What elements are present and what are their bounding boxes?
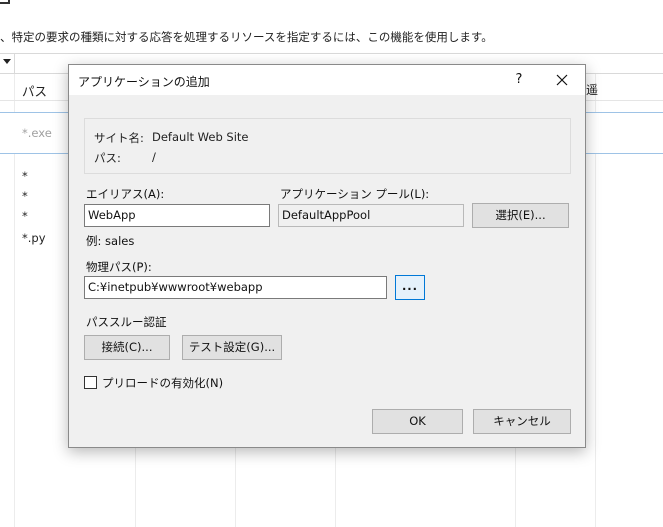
site-name-label: サイト名:	[94, 131, 144, 145]
dialog-title: アプリケーションの追加	[78, 75, 210, 89]
close-button[interactable]	[547, 68, 577, 92]
preload-label[interactable]: プリロードの有効化(N)	[102, 375, 223, 391]
alias-example: 例: sales	[86, 234, 135, 248]
test-settings-button[interactable]: テスト設定(G)...	[182, 335, 282, 360]
passthrough-auth-label: パススルー認証	[86, 315, 167, 329]
column-header-path[interactable]: パス	[22, 81, 47, 100]
site-name-value: Default Web Site	[152, 130, 249, 144]
alias-label: エイリアス(A):	[86, 187, 165, 201]
path-value: /	[152, 150, 156, 164]
browse-button[interactable]: ...	[395, 275, 425, 300]
physical-path-label: 物理パス(P):	[86, 260, 152, 274]
app-pool-label: アプリケーション プール(L):	[280, 187, 430, 201]
table-row[interactable]: *	[22, 189, 28, 203]
table-row[interactable]: *	[22, 169, 28, 183]
site-info-panel: サイト名: Default Web Site パス: /	[84, 118, 571, 174]
feature-description: 、特定の要求の種類に対する応答を処理するリソースを指定するには、この機能を使用し…	[0, 30, 493, 44]
add-application-dialog: アプリケーションの追加 ? サイト名: Default Web Site パス:…	[68, 64, 586, 448]
alias-input[interactable]: WebApp	[84, 204, 270, 227]
ok-button[interactable]: OK	[372, 409, 463, 434]
table-row[interactable]: *.py	[22, 231, 46, 245]
select-app-pool-button[interactable]: 選択(E)...	[472, 203, 569, 228]
toolbar-divider	[14, 54, 15, 75]
preload-checkbox[interactable]	[84, 376, 97, 389]
connect-as-button[interactable]: 接続(C)...	[84, 335, 170, 360]
dialog-titlebar[interactable]: アプリケーションの追加 ?	[69, 65, 585, 95]
path-label: パス:	[94, 151, 121, 165]
page-title-fragment	[0, 0, 10, 4]
close-icon	[556, 74, 568, 86]
physical-path-input[interactable]: C:¥inetpub¥wwwroot¥webapp	[84, 276, 387, 299]
app-pool-field: DefaultAppPool	[278, 204, 464, 227]
cancel-button[interactable]: キャンセル	[473, 409, 571, 434]
dropdown-arrow-icon[interactable]	[3, 59, 11, 64]
help-button[interactable]: ?	[509, 70, 529, 90]
column-header-state[interactable]: 遥	[586, 81, 598, 98]
table-row[interactable]: *.exe	[22, 126, 52, 140]
table-row[interactable]: *	[22, 209, 28, 223]
